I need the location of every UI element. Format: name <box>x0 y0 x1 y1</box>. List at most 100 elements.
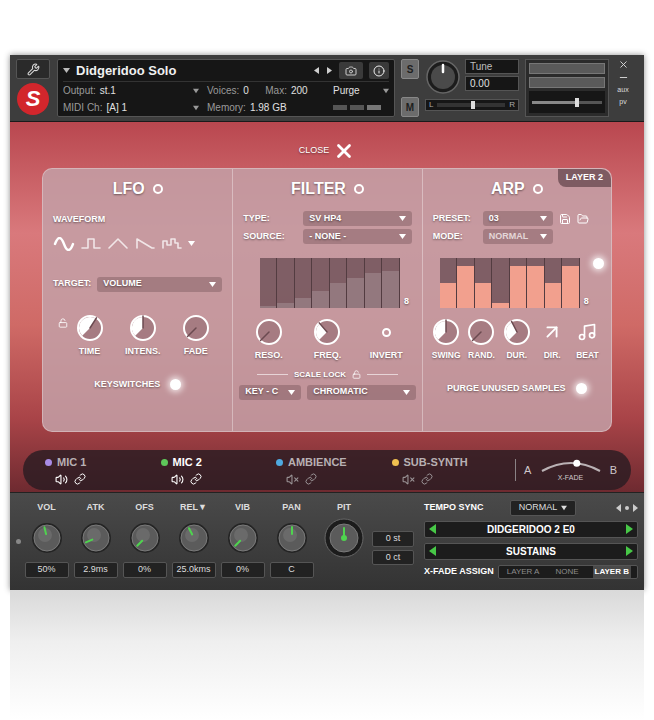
step-bar[interactable] <box>277 303 294 308</box>
settings-button[interactable] <box>16 59 50 79</box>
mic-channel[interactable]: MIC 1 <box>45 454 161 486</box>
lfo-knob[interactable] <box>182 314 210 342</box>
step-bar[interactable] <box>382 271 399 309</box>
max-voices[interactable]: 200 <box>291 83 308 98</box>
pitch-knob[interactable] <box>324 518 364 558</box>
next-arrow-icon[interactable] <box>625 524 633 534</box>
filter-enable-toggle[interactable] <box>354 184 364 194</box>
parameter-knob[interactable] <box>178 522 210 554</box>
instrument-title[interactable]: Didgeridoo Solo <box>76 61 176 81</box>
articulation-selector[interactable]: SUSTAINS <box>424 543 638 560</box>
saw-waveform-icon[interactable] <box>134 237 156 251</box>
parameter-knob[interactable] <box>129 522 161 554</box>
midi-channel-selector[interactable]: MIDI Ch:[A] 1 <box>63 100 199 115</box>
pan-slider[interactable]: LR <box>425 99 519 111</box>
xfade-slider[interactable] <box>540 459 602 473</box>
minimize-icon[interactable] <box>618 72 629 83</box>
tempo-mode-dropdown[interactable]: NORMAL <box>510 500 576 516</box>
direction-arrow-icon[interactable] <box>541 321 563 343</box>
navigate-icon[interactable] <box>616 503 638 513</box>
square-waveform-icon[interactable] <box>80 237 102 251</box>
speaker-icon[interactable] <box>171 473 184 486</box>
xfade-assign-option[interactable]: LAYER B <box>593 566 631 578</box>
step-bar[interactable] <box>492 303 509 308</box>
key-dropdown[interactable]: KEY - C <box>239 385 301 400</box>
scale-dropdown[interactable]: CHROMATIC <box>307 385 415 400</box>
knob-value[interactable]: 2.9ms <box>74 562 118 578</box>
lfo-enable-toggle[interactable] <box>153 184 163 194</box>
filter-knob[interactable] <box>313 318 341 346</box>
unlocked-icon[interactable] <box>352 370 361 379</box>
articulation-selector[interactable]: DIDGERIDOO 2 E0 <box>424 521 638 538</box>
step-bar[interactable] <box>510 266 527 309</box>
previous-arrow-icon[interactable] <box>429 546 437 556</box>
filter-source-dropdown[interactable]: - NONE - <box>303 229 411 244</box>
close-window-icon[interactable] <box>618 59 629 70</box>
mute-button[interactable]: M <box>401 97 419 117</box>
step-bar[interactable] <box>312 291 329 309</box>
unlocked-icon[interactable] <box>58 318 68 328</box>
muted-speaker-icon[interactable] <box>402 473 415 486</box>
mic-channel[interactable]: AMBIENCE <box>276 454 392 486</box>
link-icon[interactable] <box>190 473 202 485</box>
speaker-icon[interactable] <box>55 473 68 486</box>
save-icon[interactable] <box>559 213 571 225</box>
tune-value[interactable]: 0.00 <box>465 76 519 91</box>
beat-note-icon[interactable] <box>577 322 597 342</box>
arp-knob[interactable] <box>503 318 531 346</box>
previous-arrow-icon[interactable] <box>429 524 437 534</box>
link-icon[interactable] <box>305 473 317 485</box>
folder-icon[interactable] <box>577 213 589 225</box>
arp-step-display[interactable] <box>440 258 580 308</box>
parameter-knob[interactable] <box>276 522 308 554</box>
sine-waveform-icon[interactable] <box>53 237 75 251</box>
tune-knob[interactable] <box>425 59 461 95</box>
step-bar[interactable] <box>330 283 347 308</box>
volume-slider[interactable] <box>529 91 605 113</box>
link-icon[interactable] <box>74 473 86 485</box>
info-button[interactable] <box>369 62 389 79</box>
lfo-knob[interactable] <box>76 314 104 342</box>
step-bar[interactable] <box>440 283 457 308</box>
arp-enable-toggle[interactable] <box>533 184 543 194</box>
triangle-waveform-icon[interactable] <box>107 237 129 251</box>
filter-type-dropdown[interactable]: SV HP4 <box>303 211 411 226</box>
snapshot-button[interactable] <box>339 62 363 79</box>
step-bar[interactable] <box>260 306 277 309</box>
next-arrow-icon[interactable] <box>625 546 633 556</box>
filter-knob[interactable] <box>255 318 283 346</box>
xfade-assign-option[interactable]: NONE <box>553 566 580 578</box>
side-toggle[interactable]: aux <box>617 85 628 95</box>
link-icon[interactable] <box>421 473 433 485</box>
semitones-value[interactable]: 0 st <box>372 531 414 547</box>
knob-value[interactable]: 50% <box>25 562 69 578</box>
step-bar[interactable] <box>347 278 364 308</box>
mic-channel[interactable]: MIC 2 <box>161 454 277 486</box>
step-bar[interactable] <box>457 266 474 309</box>
knob-value[interactable]: C <box>270 562 314 578</box>
lfo-knob[interactable] <box>129 314 157 342</box>
invert-toggle[interactable] <box>382 328 391 337</box>
arp-steps-toggle[interactable] <box>593 258 604 269</box>
step-bar[interactable] <box>527 266 544 309</box>
keyswitches-toggle[interactable] <box>170 379 181 390</box>
xfade-assign-option[interactable]: LAYER A <box>505 566 542 578</box>
output-selector[interactable]: Output:st.1 <box>63 83 199 98</box>
step-bar[interactable] <box>475 283 492 308</box>
knob-value[interactable]: 0% <box>221 562 265 578</box>
side-toggle[interactable]: pv <box>619 97 626 107</box>
parameter-knob[interactable] <box>80 522 112 554</box>
step-bar[interactable] <box>545 283 562 308</box>
step-bar[interactable] <box>365 273 382 308</box>
arp-knob[interactable] <box>467 318 495 346</box>
random-waveform-icon[interactable] <box>161 237 183 251</box>
purge-menu[interactable]: Purge <box>327 83 389 98</box>
muted-speaker-icon[interactable] <box>286 473 299 486</box>
arp-mode-dropdown[interactable]: NORMAL <box>483 229 553 244</box>
step-bar[interactable] <box>562 266 579 309</box>
parameter-knob[interactable] <box>227 522 259 554</box>
knob-value[interactable]: 0% <box>123 562 167 578</box>
filter-step-display[interactable] <box>260 258 400 308</box>
purge-unused-toggle[interactable] <box>576 383 587 394</box>
target-dropdown[interactable]: VOLUME <box>97 277 222 292</box>
